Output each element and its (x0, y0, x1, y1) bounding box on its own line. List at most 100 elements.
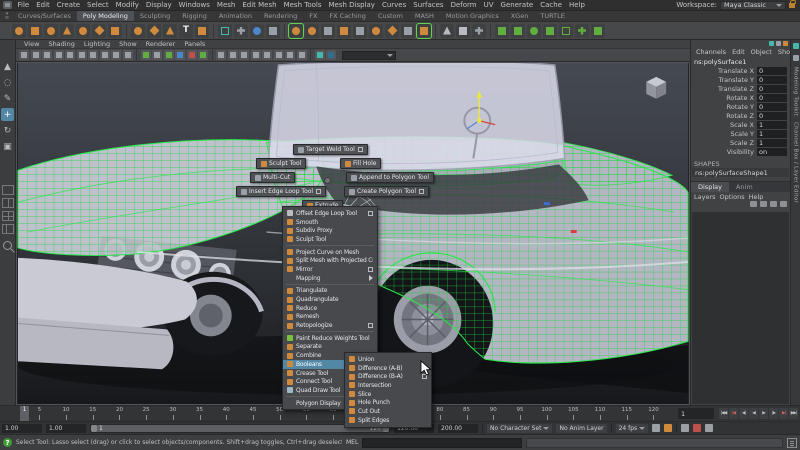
channel-value-field[interactable]: 0 (757, 75, 787, 84)
marking-menu-item[interactable]: Insert Edge Loop Tool (236, 186, 327, 197)
shelf-tab-rigging[interactable]: Rigging (176, 11, 213, 21)
menu-item-offset-edge-loop-tool[interactable]: Offset Edge Loop Tool (283, 209, 377, 218)
channel-value-field[interactable]: 1 (757, 138, 787, 147)
uv-icon[interactable] (511, 23, 525, 38)
shelf-tab-fx[interactable]: FX (303, 11, 323, 21)
menu-item-triangulate[interactable]: Triangulate (283, 287, 377, 296)
marking-menu-item[interactable]: Target Weld Tool (293, 144, 368, 155)
panel-toolbar-icon[interactable] (296, 50, 307, 60)
panel-toolbar-icon[interactable] (262, 50, 272, 60)
animation-start-field[interactable]: 1.00 (2, 423, 42, 433)
combine-icon[interactable] (337, 23, 351, 38)
panel-toggle-icon[interactable] (783, 41, 788, 46)
animation-end-field[interactable]: 200.00 (438, 423, 478, 433)
step-forward-frame-button[interactable]: |▶ (769, 408, 778, 419)
panel-toolbar-icon[interactable] (239, 50, 249, 60)
range-handle-left[interactable] (91, 424, 97, 432)
new-layer-button[interactable] (750, 201, 757, 207)
uv-icon[interactable] (543, 23, 557, 38)
panel-toggle-icon[interactable] (776, 41, 781, 46)
smooth-icon[interactable] (288, 22, 304, 39)
option-box-icon[interactable] (357, 147, 363, 152)
channel-box-object-name[interactable]: ns:polySurface1 (691, 57, 790, 66)
extrude-icon[interactable] (401, 23, 415, 38)
select-tool[interactable]: ▲ (1, 60, 14, 73)
marking-menu-item[interactable]: Sculpt Tool (256, 158, 307, 169)
menu-surfaces[interactable]: Surfaces (410, 1, 447, 9)
menu-select[interactable]: Select (84, 1, 113, 9)
menu-item-separate[interactable]: Separate (283, 343, 377, 352)
boolean-item-slice[interactable]: Slice (345, 390, 431, 399)
shelf-tab-turtle[interactable]: TURTLE (534, 11, 570, 21)
panel-toolbar-icon[interactable] (140, 50, 151, 60)
menu-mesh-tools[interactable]: Mesh Tools (280, 1, 325, 9)
panel-toolbar-icon[interactable] (216, 50, 226, 60)
channel-value-field[interactable]: 0 (757, 66, 787, 75)
menu-cache[interactable]: Cache (537, 1, 566, 9)
construction-plane-icon[interactable] (234, 23, 248, 38)
command-line-input[interactable] (362, 437, 523, 448)
multicut-icon[interactable] (440, 23, 454, 38)
mute-button[interactable] (681, 424, 690, 432)
shelf-tab-motion-graphics[interactable]: Motion Graphics (440, 11, 505, 21)
boolean-item-cut-out[interactable]: Cut Out (345, 407, 431, 416)
menu-file[interactable]: File (14, 1, 33, 9)
boolean-item-intersection[interactable]: Intersection (345, 381, 431, 390)
shelf-tab-mash[interactable]: MASH (409, 11, 440, 21)
channel-value-field[interactable]: 1 (757, 120, 787, 129)
layout-split-button[interactable] (1, 224, 14, 234)
boolean-item-hole-punch[interactable]: Hole Punch (345, 398, 431, 407)
menu-mesh[interactable]: Mesh (213, 1, 238, 9)
menu-item-quadrangulate[interactable]: Quadrangulate (283, 295, 377, 304)
menu-item-project-curve-on-mesh[interactable]: Project Curve on Mesh (283, 248, 377, 257)
panel-toolbar-icon[interactable] (53, 50, 64, 60)
bevel-icon[interactable] (416, 22, 432, 39)
uv-icon[interactable] (559, 23, 573, 38)
shelf-tab-rendering[interactable]: Rendering (258, 11, 303, 21)
channel-box-menu-channels[interactable]: Channels (694, 48, 728, 56)
uv-icon[interactable] (495, 23, 509, 38)
paint-select-tool[interactable]: ✎ (1, 92, 14, 105)
panel-toolbar-icon[interactable] (76, 50, 87, 60)
mirror-icon[interactable] (385, 23, 399, 38)
subdiv-icon[interactable] (250, 23, 264, 38)
boolean-item-split-edges[interactable]: Split Edges (345, 416, 431, 425)
option-box-icon[interactable] (418, 189, 424, 194)
side-tab-modeling-toolkit[interactable]: Modeling Toolkit (793, 67, 799, 116)
menu-edit[interactable]: Edit (33, 1, 54, 9)
layer-menu-help[interactable]: Help (749, 193, 764, 201)
mash-grid-icon[interactable] (218, 23, 232, 38)
play-backwards-button[interactable]: ◀ (749, 408, 758, 419)
panel-toolbar-icon[interactable] (122, 50, 133, 60)
menu-item-smooth[interactable]: Smooth (283, 218, 377, 227)
option-box-icon[interactable] (368, 323, 373, 329)
panel-toolbar-icon[interactable] (42, 50, 52, 60)
uv-icon[interactable] (591, 23, 605, 38)
shelf-tab-fx-caching[interactable]: FX Caching (323, 11, 372, 21)
menu-uv[interactable]: UV (480, 1, 497, 9)
lock-icon[interactable] (789, 0, 796, 8)
separate-icon[interactable] (353, 23, 367, 38)
option-box-icon[interactable] (368, 210, 373, 216)
new-layer-button[interactable] (780, 201, 787, 207)
poly-plane-icon[interactable] (92, 23, 106, 38)
layout-four-pane-button[interactable] (1, 211, 14, 221)
play-forwards-button[interactable]: ▶ (759, 408, 768, 419)
zoom-tool-icon[interactable] (3, 241, 12, 250)
lattice-icon[interactable] (266, 23, 280, 38)
rotate-tool[interactable]: ↻ (1, 124, 14, 137)
panel-toolbar-icon[interactable] (227, 50, 238, 60)
channel-value-field[interactable]: on (757, 147, 787, 156)
shape-node-item[interactable]: ns:polySurfaceShape1 (692, 168, 789, 177)
poly-cone-icon[interactable] (60, 23, 74, 38)
panel-toolbar-icon[interactable] (273, 50, 284, 60)
menu-item-subdiv-proxy[interactable]: Subdiv Proxy (283, 226, 377, 235)
shelf-tab-sculpting[interactable]: Sculpting (134, 11, 176, 21)
marking-menu-item[interactable]: Fill Hole (340, 158, 382, 169)
marking-menu-item[interactable]: Multi-Cut (250, 172, 296, 183)
menu-item-split-mesh-with-projected-curve[interactable]: Split Mesh with Projected Curve (283, 256, 377, 265)
side-tab-channel-box-layer-editor[interactable]: Channel Box / Layer Editor (793, 122, 799, 203)
shelf-tab-curves-surfaces[interactable]: Curves/Surfaces (12, 11, 77, 21)
step-back-frame-button[interactable]: ◀| (739, 408, 748, 419)
panel-menu-show[interactable]: Show (115, 40, 141, 48)
